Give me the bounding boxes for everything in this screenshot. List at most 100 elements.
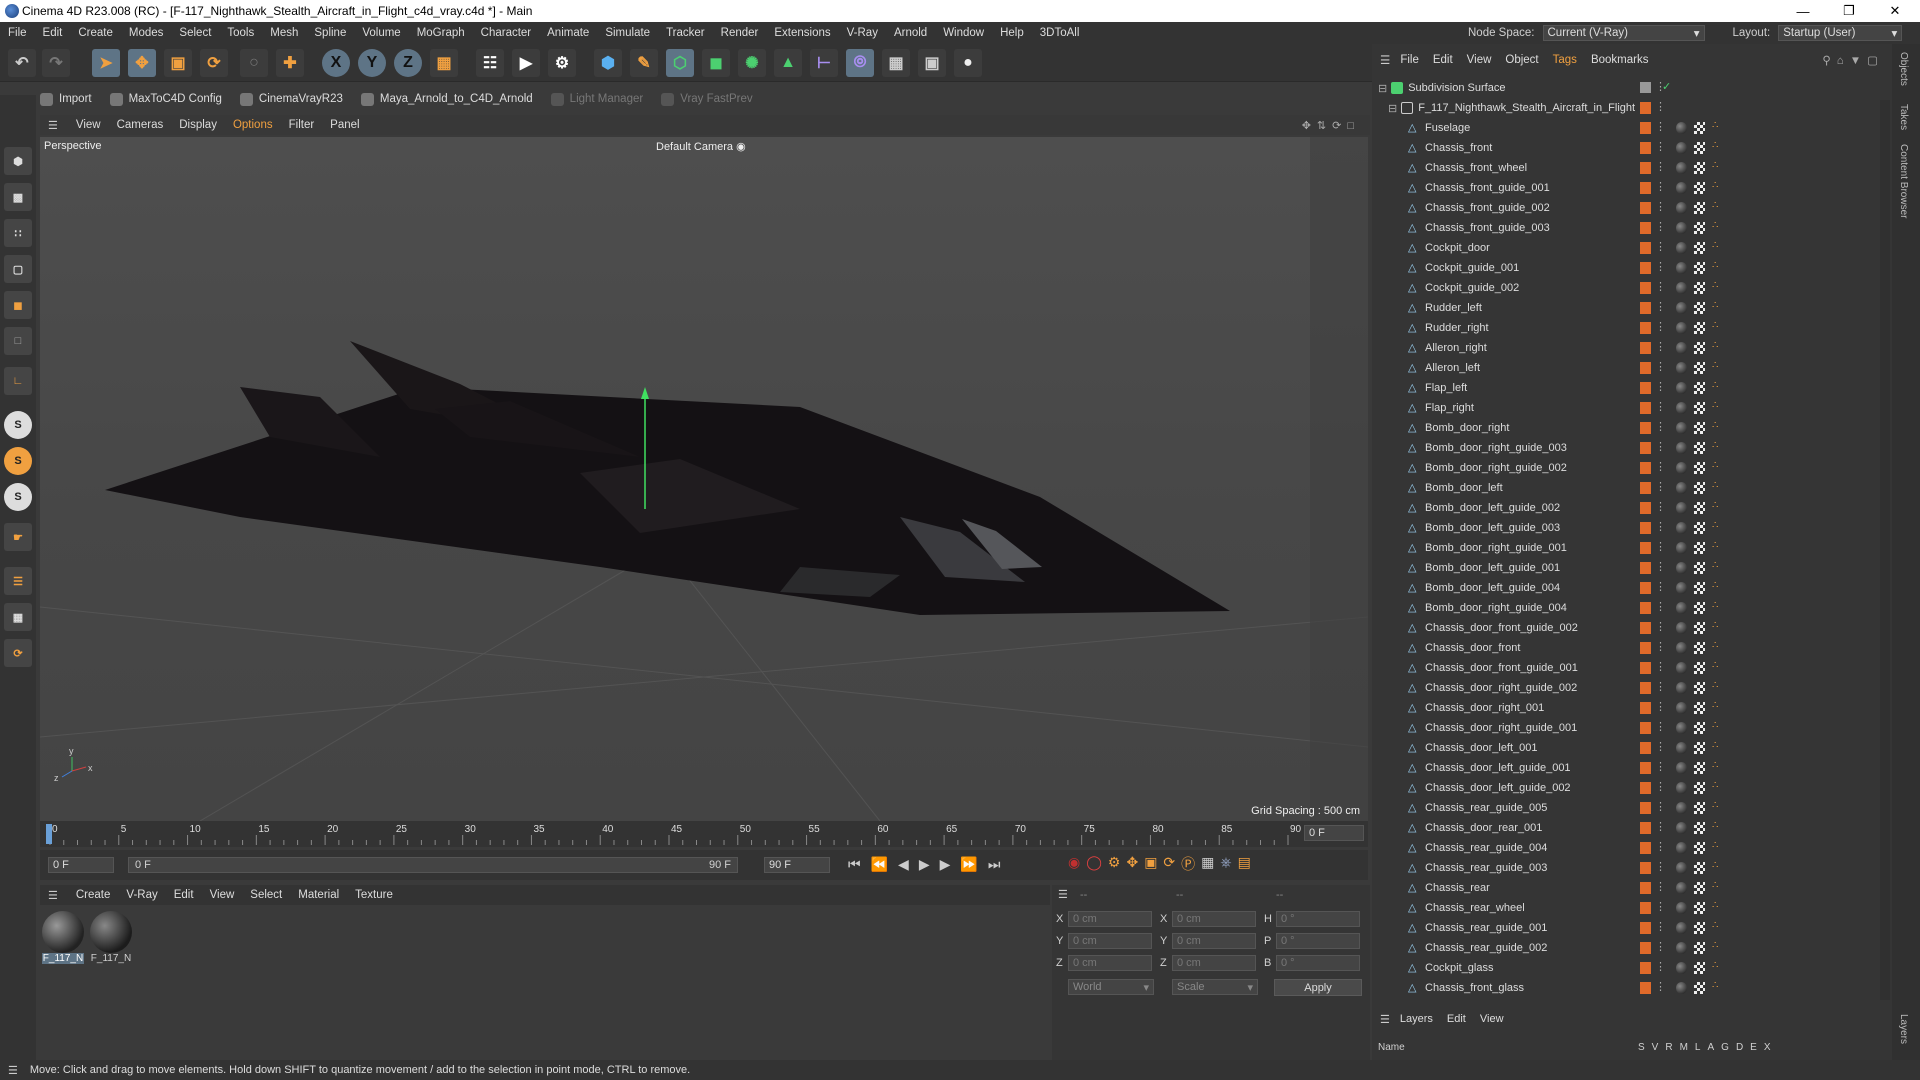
- render-region-icon[interactable]: ☷: [476, 49, 504, 77]
- phong-tag-icon[interactable]: ∴: [1712, 380, 1718, 391]
- uvw-tag-icon[interactable]: [1694, 782, 1705, 794]
- object-row[interactable]: △ Alleron_right ⋮ ∴: [1372, 338, 1882, 358]
- playhead[interactable]: [46, 824, 52, 844]
- render-dots-icon[interactable]: ⋮: [1655, 480, 1666, 493]
- workplane-icon[interactable]: ☰: [4, 567, 32, 595]
- material-tag-icon[interactable]: [1676, 442, 1687, 454]
- uvw-tag-icon[interactable]: [1694, 582, 1705, 594]
- material-tag-icon[interactable]: [1676, 562, 1687, 574]
- phong-tag-icon[interactable]: ∴: [1712, 920, 1718, 931]
- menu-arnold[interactable]: Arnold: [886, 27, 935, 39]
- render-dots-icon[interactable]: ⋮: [1655, 920, 1666, 933]
- menu-tracker[interactable]: Tracker: [658, 27, 713, 39]
- object-row[interactable]: △ Alleron_left ⋮ ∴: [1372, 358, 1882, 378]
- phong-tag-icon[interactable]: ∴: [1712, 500, 1718, 511]
- phong-tag-icon[interactable]: ∴: [1712, 260, 1718, 271]
- render-dots-icon[interactable]: ⋮: [1655, 640, 1666, 653]
- uvw-tag-icon[interactable]: [1694, 482, 1705, 494]
- phong-tag-icon[interactable]: ∴: [1712, 600, 1718, 611]
- material-swatch[interactable]: F_117_N: [42, 911, 84, 967]
- phong-tag-icon[interactable]: ∴: [1712, 620, 1718, 631]
- light-icon[interactable]: ●: [954, 49, 982, 77]
- menu-vray[interactable]: V-Ray: [839, 27, 886, 39]
- object-row[interactable]: △ Rudder_right ⋮ ∴: [1372, 318, 1882, 338]
- phong-tag-icon[interactable]: ∴: [1712, 200, 1718, 211]
- object-row[interactable]: △ Chassis_rear_guide_002 ⋮ ∴: [1372, 938, 1882, 958]
- mograph-cloner-icon[interactable]: ✺: [738, 49, 766, 77]
- render-dots-icon[interactable]: ⋮: [1655, 240, 1666, 253]
- menu-modes[interactable]: Modes: [121, 27, 172, 39]
- next-frame-icon[interactable]: ▶: [940, 856, 951, 873]
- plugin-import[interactable]: Import: [40, 92, 92, 106]
- object-row[interactable]: △ Bomb_door_left ⋮ ∴: [1372, 478, 1882, 498]
- menu-spline[interactable]: Spline: [306, 27, 354, 39]
- material-tag-icon[interactable]: [1676, 382, 1687, 394]
- phong-tag-icon[interactable]: ∴: [1712, 220, 1718, 231]
- uvw-tag-icon[interactable]: [1694, 322, 1705, 334]
- autokey-icon[interactable]: ◯: [1086, 854, 1102, 874]
- key-position-icon[interactable]: ✥: [1126, 854, 1138, 874]
- material-tag-icon[interactable]: [1676, 282, 1687, 294]
- phong-tag-icon[interactable]: ∴: [1712, 340, 1718, 351]
- material-tag-icon[interactable]: [1676, 862, 1687, 874]
- texture-mode-icon[interactable]: ▩: [4, 183, 32, 211]
- vp-menu-view[interactable]: View: [68, 119, 109, 131]
- object-row[interactable]: △ Chassis_front_guide_001 ⋮ ∴: [1372, 178, 1882, 198]
- x-axis-icon[interactable]: X: [322, 49, 350, 77]
- rotate-tool-icon[interactable]: ⟳: [200, 49, 228, 77]
- object-row-root[interactable]: ⊟ Subdivision Surface ⋮ ✓: [1372, 78, 1882, 98]
- tab-takes[interactable]: Takes: [1898, 104, 1909, 130]
- pos-z-field[interactable]: 0 cm: [1068, 955, 1152, 971]
- object-row[interactable]: △ Chassis_door_left_guide_001 ⋮ ∴: [1372, 758, 1882, 778]
- menu-animate[interactable]: Animate: [539, 27, 597, 39]
- material-swatch[interactable]: F_117_N: [90, 911, 132, 967]
- object-row[interactable]: △ Chassis_front_wheel ⋮ ∴: [1372, 158, 1882, 178]
- z-axis-icon[interactable]: Z: [394, 49, 422, 77]
- menu-file[interactable]: File: [0, 27, 35, 39]
- object-row[interactable]: △ Chassis_door_front ⋮ ∴: [1372, 638, 1882, 658]
- tweak-icon[interactable]: ☛: [4, 523, 32, 551]
- uv-mode-icon[interactable]: □: [4, 327, 32, 355]
- phong-tag-icon[interactable]: ∴: [1712, 360, 1718, 371]
- spline-deformer-icon[interactable]: ⦾: [846, 49, 874, 77]
- object-row[interactable]: △ Chassis_rear_wheel ⋮ ∴: [1372, 898, 1882, 918]
- hamburger-icon[interactable]: ☰: [1058, 888, 1068, 901]
- render-dots-icon[interactable]: ⋮: [1655, 960, 1666, 973]
- phong-tag-icon[interactable]: ∴: [1712, 460, 1718, 471]
- camera-icon[interactable]: ▣: [918, 49, 946, 77]
- phong-tag-icon[interactable]: ∴: [1712, 400, 1718, 411]
- mat-menu-texture[interactable]: Texture: [347, 889, 401, 901]
- coord-system-select[interactable]: World ▾: [1068, 979, 1154, 995]
- render-dots-icon[interactable]: ⋮: [1655, 980, 1666, 993]
- uvw-tag-icon[interactable]: [1694, 902, 1705, 914]
- render-dots-icon[interactable]: ⋮: [1655, 180, 1666, 193]
- uvw-tag-icon[interactable]: [1694, 242, 1705, 254]
- uvw-tag-icon[interactable]: [1694, 922, 1705, 934]
- y-axis-icon[interactable]: Y: [358, 49, 386, 77]
- render-dots-icon[interactable]: ⋮: [1655, 540, 1666, 553]
- object-row[interactable]: △ Chassis_door_front_guide_002 ⋮ ∴: [1372, 618, 1882, 638]
- record-icon[interactable]: ◉: [1068, 854, 1080, 874]
- material-tag-icon[interactable]: [1676, 162, 1687, 174]
- render-dots-icon[interactable]: ⋮: [1655, 160, 1666, 173]
- uvw-tag-icon[interactable]: [1694, 342, 1705, 354]
- select-tool-icon[interactable]: ➤: [92, 49, 120, 77]
- render-dots-icon[interactable]: ⋮: [1655, 200, 1666, 213]
- hamburger-icon[interactable]: ☰: [1380, 1013, 1390, 1026]
- render-dots-icon[interactable]: ⋮: [1655, 760, 1666, 773]
- render-dots-icon[interactable]: ⋮: [1655, 300, 1666, 313]
- uvw-tag-icon[interactable]: [1694, 702, 1705, 714]
- plugin-vray-fastprev[interactable]: Vray FastPrev: [661, 92, 753, 106]
- material-tag-icon[interactable]: [1676, 802, 1687, 814]
- object-row[interactable]: △ Cockpit_door ⋮ ∴: [1372, 238, 1882, 258]
- restore-button[interactable]: ❐: [1826, 0, 1872, 22]
- key-param-icon[interactable]: Ⓟ: [1181, 854, 1195, 874]
- object-row[interactable]: △ Bomb_door_right_guide_002 ⋮ ∴: [1372, 458, 1882, 478]
- vp-menu-display[interactable]: Display: [171, 119, 225, 131]
- enabled-check-icon[interactable]: ✓: [1662, 80, 1671, 93]
- minimize-button[interactable]: —: [1780, 0, 1826, 22]
- phong-tag-icon[interactable]: ∴: [1712, 660, 1718, 671]
- key-rotation-icon[interactable]: ⟳: [1163, 854, 1175, 874]
- render-dots-icon[interactable]: ⋮: [1655, 940, 1666, 953]
- phong-tag-icon[interactable]: ∴: [1712, 880, 1718, 891]
